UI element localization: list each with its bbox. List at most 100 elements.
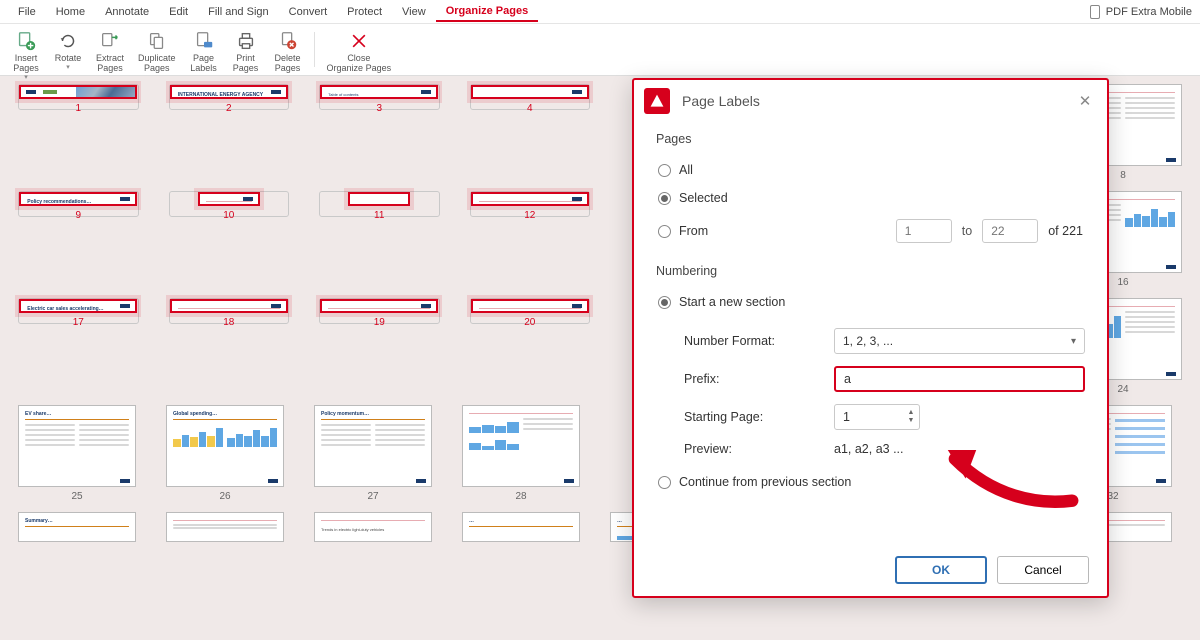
ok-button[interactable]: OK <box>895 556 987 584</box>
radio-start-new[interactable]: Start a new section <box>656 288 1085 316</box>
mobile-link[interactable]: PDF Extra Mobile <box>1090 5 1192 19</box>
menu-file[interactable]: File <box>8 3 46 21</box>
page-thumb[interactable]: Global spending… 26 <box>166 405 284 502</box>
starting-page-label: Starting Page: <box>684 410 834 424</box>
number-format-select[interactable]: 1, 2, 3, ... ▾ <box>834 328 1085 354</box>
of-total: of 221 <box>1048 224 1083 238</box>
from-input[interactable] <box>896 219 952 243</box>
close-icon <box>348 30 370 52</box>
dialog-header: Page Labels ✕ <box>634 80 1107 122</box>
menu-convert[interactable]: Convert <box>279 3 338 21</box>
page-thumb[interactable]: EV share… 25 <box>18 405 136 502</box>
mobile-label: PDF Extra Mobile <box>1106 6 1192 18</box>
page-thumb[interactable]: 28 <box>462 405 580 502</box>
chevron-down-icon: ▾ <box>24 73 28 81</box>
close-organize-button[interactable]: CloseOrganize Pages <box>321 28 398 76</box>
rotate-button[interactable]: Rotate ▾ <box>48 28 88 73</box>
page-labels-button[interactable]: PageLabels <box>184 28 224 76</box>
menu-home[interactable]: Home <box>46 3 95 21</box>
prefix-label: Prefix: <box>684 372 834 386</box>
duplicate-label: DuplicatePages <box>138 54 176 74</box>
to-input[interactable] <box>982 219 1038 243</box>
page-thumb[interactable] <box>166 512 284 546</box>
rotate-icon <box>57 30 79 52</box>
page-thumb[interactable]: 18 <box>169 298 290 324</box>
page-thumb[interactable]: 10 <box>169 191 290 217</box>
delete-label: DeletePages <box>275 54 301 74</box>
insert-pages-label: InsertPages <box>13 54 39 74</box>
menu-bar: File Home Annotate Edit Fill and Sign Co… <box>0 0 1200 24</box>
dialog-footer: OK Cancel <box>634 544 1107 596</box>
page-thumb[interactable]: Executive summary 4 <box>470 84 591 110</box>
radio-icon <box>658 476 671 489</box>
toolbar: InsertPages ▾ Rotate ▾ ExtractPages Dupl… <box>0 24 1200 76</box>
page-thumb[interactable]: 20 <box>470 298 591 324</box>
cancel-button[interactable]: Cancel <box>997 556 1089 584</box>
radio-selected[interactable]: Selected <box>656 184 1085 212</box>
chevron-down-icon: ▾ <box>66 63 70 71</box>
page-thumb[interactable]: Summary… <box>18 512 136 546</box>
radio-from-label: From <box>679 224 708 238</box>
duplicate-pages-button[interactable]: DuplicatePages <box>132 28 182 76</box>
page-thumb[interactable]: Policy momentum… 27 <box>314 405 432 502</box>
number-format-value: 1, 2, 3, ... <box>843 334 893 348</box>
menu-protect[interactable]: Protect <box>337 3 392 21</box>
page-thumb[interactable]: … <box>462 512 580 546</box>
radio-continue[interactable]: Continue from previous section <box>656 468 1085 496</box>
print-icon <box>235 30 257 52</box>
page-thumb[interactable]: Policy recommendations… 9 <box>18 191 139 217</box>
menu-organize-pages[interactable]: Organize Pages <box>436 2 539 22</box>
menu-view[interactable]: View <box>392 3 436 21</box>
page-thumb[interactable]: 19 <box>319 298 440 324</box>
menu-annotate[interactable]: Annotate <box>95 3 159 21</box>
separator <box>314 32 315 67</box>
page-thumb[interactable]: 12 <box>470 191 591 217</box>
page-thumb[interactable]: 11 <box>319 191 440 217</box>
phone-icon <box>1090 5 1100 19</box>
delete-icon <box>277 30 299 52</box>
number-format-label: Number Format: <box>684 334 834 348</box>
insert-pages-button[interactable]: InsertPages ▾ <box>6 28 46 83</box>
close-dialog-button[interactable]: ✕ <box>1073 89 1097 113</box>
radio-icon <box>658 296 671 309</box>
chevron-down-icon: ▾ <box>1071 336 1076 347</box>
to-label: to <box>962 224 972 238</box>
label-icon <box>193 30 215 52</box>
pages-section-header: Pages <box>656 132 1085 146</box>
close-label: CloseOrganize Pages <box>327 54 392 74</box>
radio-icon <box>658 225 671 238</box>
duplicate-icon <box>146 30 168 52</box>
prefix-value: a <box>844 372 851 386</box>
starting-page-stepper[interactable]: 1 ▲▼ <box>834 404 920 430</box>
extract-pages-button[interactable]: ExtractPages <box>90 28 130 76</box>
numbering-section-header: Numbering <box>656 264 1085 278</box>
menu-fill-sign[interactable]: Fill and Sign <box>198 3 279 21</box>
continue-label: Continue from previous section <box>679 475 851 489</box>
extract-label: ExtractPages <box>96 54 124 74</box>
step-up-icon[interactable]: ▲ <box>903 409 919 417</box>
print-pages-button[interactable]: PrintPages <box>226 28 266 76</box>
page-thumb[interactable]: Trends in electric light-duty vehicles <box>314 512 432 546</box>
radio-icon <box>658 192 671 205</box>
radio-from[interactable]: From to of 221 <box>656 212 1085 250</box>
delete-pages-button[interactable]: DeletePages <box>268 28 308 76</box>
page-thumb[interactable]: INTERNATIONAL ENERGY AGENCY 2 <box>169 84 290 110</box>
dialog-title: Page Labels <box>682 93 760 109</box>
page-thumb[interactable]: Electric car sales accelerating… 17 <box>18 298 139 324</box>
page-thumb[interactable]: Global EV Outlook 2023 1 <box>18 84 139 110</box>
app-logo-icon <box>644 88 670 114</box>
print-label: PrintPages <box>233 54 259 74</box>
page-labels-label: PageLabels <box>190 54 217 74</box>
radio-selected-label: Selected <box>679 191 728 205</box>
radio-icon <box>658 164 671 177</box>
preview-value: a1, a2, a3 ... <box>834 442 904 456</box>
step-down-icon[interactable]: ▼ <box>903 417 919 425</box>
page-thumb[interactable]: Table of contents 3 <box>319 84 440 110</box>
prefix-input[interactable]: a <box>834 366 1085 392</box>
radio-all[interactable]: All <box>656 156 1085 184</box>
preview-label: Preview: <box>684 442 834 456</box>
menu-edit[interactable]: Edit <box>159 3 198 21</box>
insert-pages-icon <box>15 30 37 52</box>
page-labels-dialog: Page Labels ✕ Pages All Selected From to <box>632 78 1109 598</box>
extract-icon <box>99 30 121 52</box>
